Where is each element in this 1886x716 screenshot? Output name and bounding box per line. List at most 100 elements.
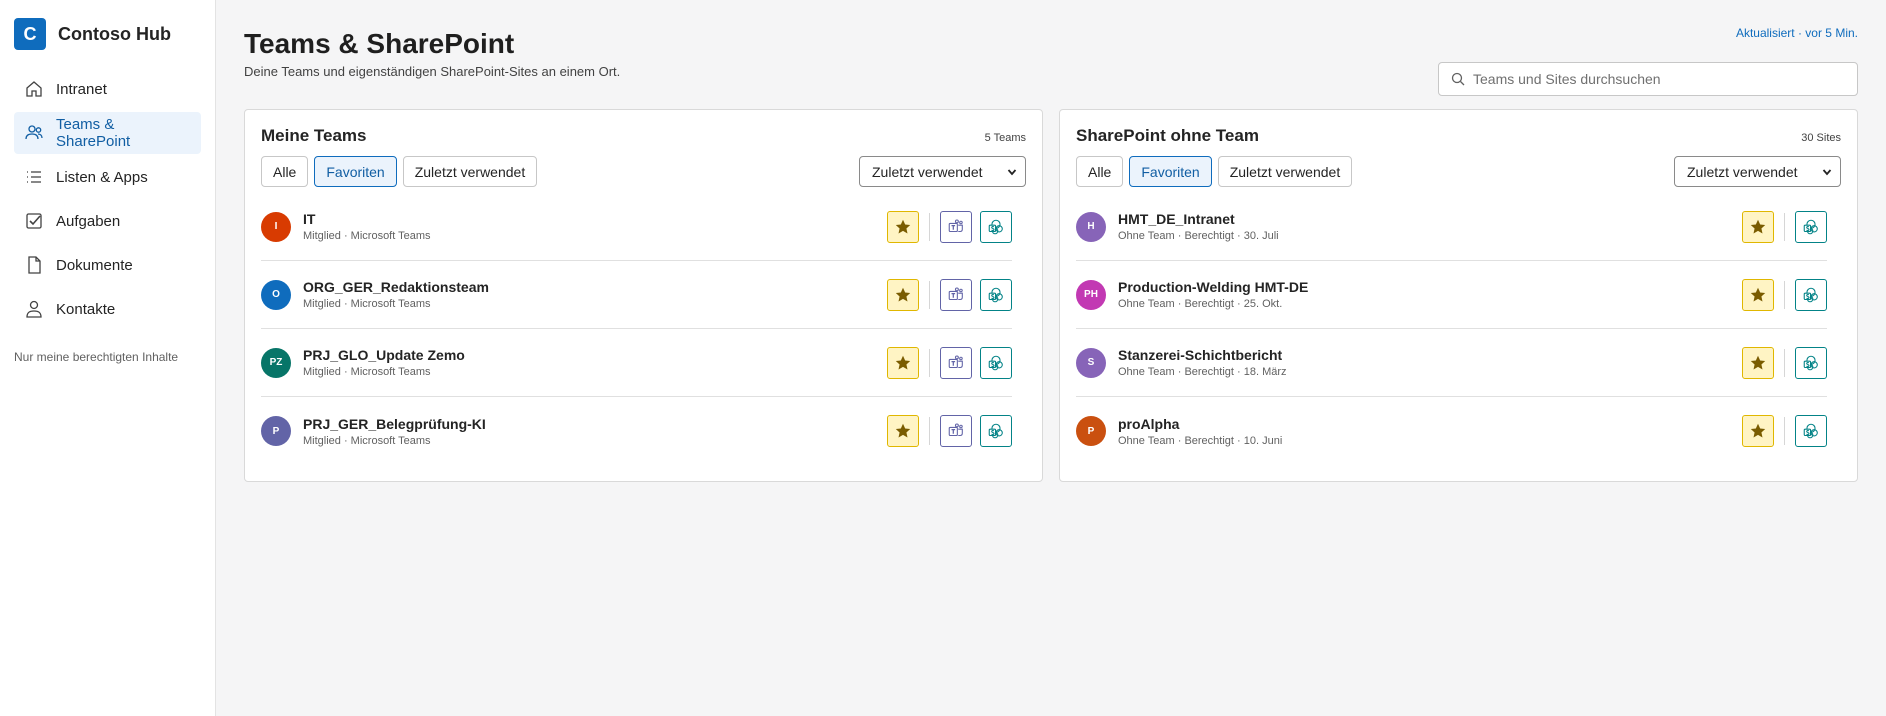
updated-status: Aktualisiert · vor 5 Min. [1735, 26, 1858, 40]
brand-logo: C [14, 18, 46, 50]
filter-favoriten[interactable]: Favoriten [1129, 156, 1212, 187]
avatar: I [261, 211, 291, 242]
item-name[interactable]: Stanzerei-Schichtbericht [1118, 347, 1742, 363]
sharepoint-icon [1803, 219, 1818, 234]
filter-zuletzt-verwendet[interactable]: Zuletzt verwendet [1217, 156, 1353, 187]
teams-panel: Meine Teams 5 Teams Alle Favoriten Zulet… [244, 109, 1043, 482]
open-sharepoint-button[interactable] [980, 415, 1012, 447]
nav-item-teams-sharepoint[interactable]: Teams & SharePoint [14, 112, 201, 154]
avatar: PH [1076, 279, 1106, 310]
item-name[interactable]: PRJ_GLO_Update Zemo [303, 347, 887, 363]
item-name[interactable]: IT [303, 211, 887, 227]
nav-label: Aufgaben [56, 212, 121, 230]
star-icon [895, 423, 911, 438]
favorite-button[interactable] [887, 346, 919, 379]
person-icon [26, 300, 42, 318]
item-name[interactable]: proAlpha [1118, 416, 1742, 432]
chevron-down-icon [1007, 168, 1017, 175]
filter-favoriten[interactable]: Favoriten [314, 156, 397, 187]
open-sharepoint-button[interactable] [1795, 346, 1827, 379]
open-teams-button[interactable] [940, 346, 972, 379]
nav-item-listen-apps[interactable]: Listen & Apps [14, 156, 201, 198]
panel-count: 30 Sites [1801, 132, 1841, 144]
open-sharepoint-button[interactable] [980, 210, 1012, 243]
search-icon [1451, 72, 1465, 86]
home-icon [26, 81, 42, 97]
divider [929, 280, 930, 309]
nav-label: Listen & Apps [56, 168, 148, 186]
item-meta: Mitglied · Microsoft Teams [303, 230, 431, 242]
filter-alle[interactable]: Alle [261, 156, 309, 187]
sort-value: Zuletzt verwendet [1687, 163, 1798, 180]
nav-label: Teams & SharePoint [56, 116, 131, 150]
item-meta: Ohne Team · Berechtigt · 18. März [1118, 366, 1287, 378]
sort-dropdown[interactable]: Zuletzt verwendet [1674, 156, 1841, 187]
item-name[interactable]: ORG_GER_Redaktionsteam [303, 279, 887, 295]
main-content: Teams & SharePoint Deine Teams und eigen… [216, 0, 1886, 716]
favorite-button[interactable] [1742, 415, 1774, 447]
panels: Meine Teams 5 Teams Alle Favoriten Zulet… [244, 109, 1858, 482]
sharepoint-icon [988, 287, 1003, 302]
item-name[interactable]: Production-Welding HMT-DE [1118, 279, 1742, 295]
teams-icon [948, 354, 963, 368]
open-sharepoint-button[interactable] [1795, 210, 1827, 243]
item-meta: Ohne Team · Berechtigt · 30. Juli [1118, 230, 1279, 242]
teams-icon [948, 286, 963, 300]
nav-item-aufgaben[interactable]: Aufgaben [14, 200, 201, 242]
open-teams-button[interactable] [940, 210, 972, 243]
search-input[interactable] [1473, 71, 1845, 87]
open-teams-button[interactable] [940, 415, 972, 447]
divider [1784, 417, 1785, 445]
avatar: PZ [261, 347, 291, 378]
list-icon [27, 171, 41, 183]
open-sharepoint-button[interactable] [1795, 278, 1827, 311]
sort-value: Zuletzt verwendet [872, 163, 983, 180]
teams-icon [948, 423, 963, 437]
list-item[interactable]: PH Production-Welding HMT-DE Ohne Team ·… [1076, 261, 1827, 329]
open-sharepoint-button[interactable] [980, 278, 1012, 311]
avatar: H [1076, 211, 1106, 242]
open-sharepoint-button[interactable] [980, 346, 1012, 379]
list-item[interactable]: P proAlpha Ohne Team · Berechtigt · 10. … [1076, 397, 1827, 465]
favorite-button[interactable] [887, 210, 919, 243]
list-item[interactable]: P PRJ_GER_Belegprüfung-KI Mitglied · Mic… [261, 397, 1012, 465]
document-icon [28, 256, 41, 274]
favorite-button[interactable] [887, 278, 919, 311]
nav-item-kontakte[interactable]: Kontakte [14, 288, 201, 330]
checkbox-icon [26, 213, 42, 229]
favorite-button[interactable] [1742, 278, 1774, 311]
avatar: S [1076, 347, 1106, 378]
open-teams-button[interactable] [940, 278, 972, 311]
open-sharepoint-button[interactable] [1795, 415, 1827, 447]
avatar: O [261, 279, 291, 310]
filter-zuletzt-verwendet[interactable]: Zuletzt verwendet [402, 156, 538, 187]
sort-dropdown[interactable]: Zuletzt verwendet [859, 156, 1026, 187]
nav-item-dokumente[interactable]: Dokumente [14, 244, 201, 286]
item-name[interactable]: PRJ_GER_Belegprüfung-KI [303, 416, 887, 432]
favorite-button[interactable] [887, 415, 919, 447]
favorite-button[interactable] [1742, 346, 1774, 379]
sharepoint-icon [988, 355, 1003, 370]
item-name[interactable]: HMT_DE_Intranet [1118, 211, 1742, 227]
star-icon [895, 287, 911, 301]
item-meta: Ohne Team · Berechtigt · 25. Okt. [1118, 298, 1283, 310]
sidebar-note: Nur meine berechtigten Inhalte [14, 350, 179, 364]
list-item[interactable]: I IT Mitglied · Microsoft Teams [261, 193, 1012, 261]
list-item[interactable]: O ORG_GER_Redaktionsteam Mitglied · Micr… [261, 261, 1012, 329]
nav-item-intranet[interactable]: Intranet [14, 68, 201, 110]
brand[interactable]: C Contoso Hub [14, 18, 201, 68]
avatar: P [1076, 416, 1106, 446]
sharepoint-icon [1803, 423, 1818, 439]
star-icon [1750, 287, 1766, 301]
list-item[interactable]: PZ PRJ_GLO_Update Zemo Mitglied · Micros… [261, 329, 1012, 397]
divider [1784, 280, 1785, 309]
sidebar: C Contoso Hub Intranet Teams & SharePoin… [0, 0, 216, 716]
panel-count: 5 Teams [984, 132, 1026, 144]
list-item[interactable]: H HMT_DE_Intranet Ohne Team · Berechtigt… [1076, 193, 1827, 261]
filter-alle[interactable]: Alle [1076, 156, 1124, 187]
sharepoint-panel: SharePoint ohne Team 30 Sites Alle Favor… [1059, 109, 1858, 482]
favorite-button[interactable] [1742, 210, 1774, 243]
nav-label: Intranet [56, 80, 107, 98]
list-item[interactable]: S Stanzerei-Schichtbericht Ohne Team · B… [1076, 329, 1827, 397]
search-box[interactable] [1438, 62, 1858, 96]
